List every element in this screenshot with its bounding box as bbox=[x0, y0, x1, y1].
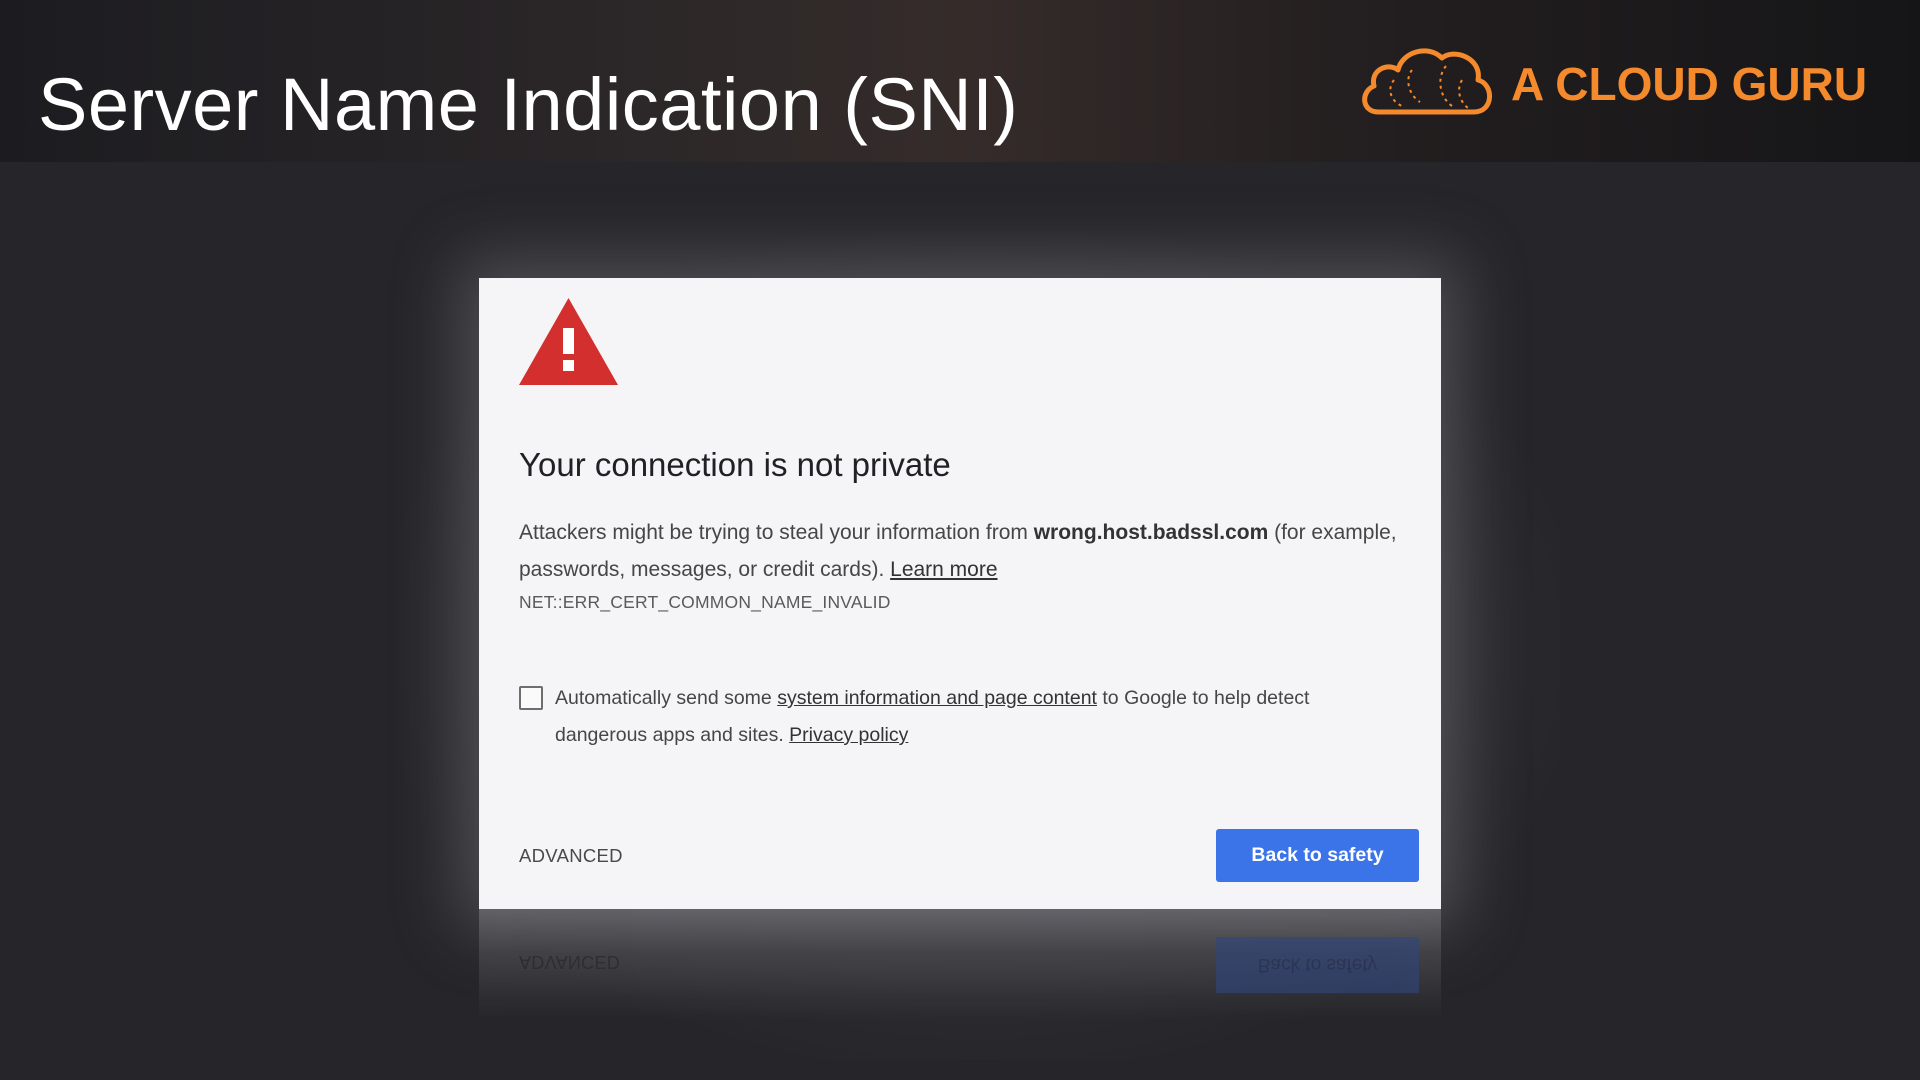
slide-header: Server Name Indication (SNI) A CLOUD GUR… bbox=[0, 0, 1920, 162]
error-description: Attackers might be trying to steal your … bbox=[519, 514, 1419, 588]
back-to-safety-button[interactable]: Back to safety bbox=[1216, 829, 1419, 882]
host-name: wrong.host.badssl.com bbox=[1033, 521, 1269, 544]
send-info-text: Automatically send some bbox=[555, 687, 778, 709]
a-cloud-guru-logo: A CLOUD GURU bbox=[1356, 40, 1876, 124]
logo-text: A CLOUD GURU bbox=[1511, 58, 1868, 110]
error-heading: Your connection is not private bbox=[519, 446, 951, 483]
send-info-checkbox[interactable] bbox=[519, 686, 543, 710]
learn-more-link[interactable]: Learn more bbox=[890, 558, 997, 581]
reflection-button-label: Back to safety bbox=[1257, 954, 1378, 975]
dialog-reflection: ADVANCED Back to safety bbox=[479, 909, 1441, 1019]
system-info-link[interactable]: system information and page content bbox=[777, 687, 1097, 709]
warning-triangle-icon bbox=[519, 298, 618, 385]
reflection-advanced: ADVANCED bbox=[519, 952, 621, 972]
slide-title: Server Name Indication (SNI) bbox=[38, 63, 1019, 146]
send-info-label: Automatically send some system informati… bbox=[555, 680, 1385, 754]
privacy-policy-link[interactable]: Privacy policy bbox=[789, 724, 908, 746]
advanced-button[interactable]: ADVANCED bbox=[519, 845, 623, 867]
ssl-warning-dialog: Your connection is not private Attackers… bbox=[479, 278, 1441, 909]
error-code: NET::ERR_CERT_COMMON_NAME_INVALID bbox=[519, 592, 891, 612]
reflection-button: Back to safety bbox=[1216, 937, 1419, 993]
description-text: Attackers might be trying to steal your … bbox=[519, 521, 1034, 544]
cloud-logo-icon bbox=[1362, 48, 1492, 115]
